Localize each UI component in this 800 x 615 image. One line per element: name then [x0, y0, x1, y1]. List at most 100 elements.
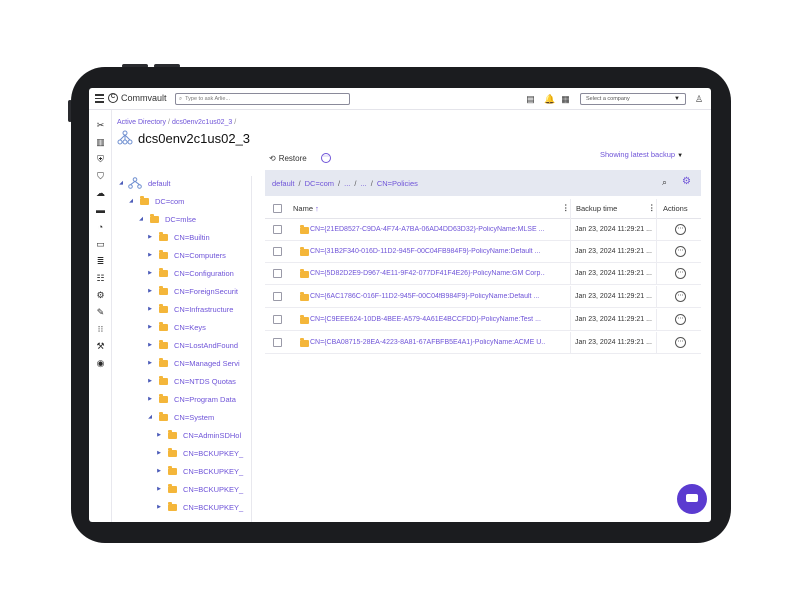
workflow-icon[interactable]: ⚒ — [95, 341, 106, 352]
row-checkbox[interactable] — [273, 269, 282, 278]
row-actions-icon[interactable]: ⋯ — [675, 337, 686, 348]
path-segment[interactable]: default — [272, 179, 295, 188]
database-icon[interactable]: ≣ — [95, 256, 106, 267]
apps-grid-icon[interactable]: ⁝⁝ — [95, 324, 106, 335]
chevron-right-icon[interactable]: ▶ — [146, 378, 154, 384]
edit-icon[interactable]: ✎ — [95, 307, 106, 318]
table-row[interactable]: CN={31B2F340-016D-11D2-945F-00C04FB984F9… — [265, 241, 701, 263]
tree-node[interactable]: ▶ CN=ForeignSecurit — [146, 284, 238, 298]
chevron-right-icon[interactable]: ▶ — [146, 396, 154, 402]
row-name[interactable]: CN={6AC1786C-016F-11D2-945F-00C04fB984F9… — [310, 293, 545, 300]
table-row[interactable]: CN={5D82D2E9-D967-4E11-9F42-077DF41F4E26… — [265, 263, 701, 285]
monitor-icon[interactable]: ▭ — [95, 239, 106, 250]
row-checkbox[interactable] — [273, 338, 282, 347]
row-checkbox[interactable] — [273, 292, 282, 301]
row-name[interactable]: CN={CBA08715-28EA-4223-8A81-67AFBFB5E4A1… — [310, 339, 545, 346]
breadcrumb-current[interactable]: dcs0env2c1us02_3 — [172, 119, 232, 126]
chevron-right-icon[interactable]: ▶ — [155, 504, 163, 510]
tree-node[interactable]: ▶ CN=BCKUPKEY_ — [155, 482, 243, 496]
tree-node[interactable]: ▶ CN=AdminSDHol — [155, 428, 241, 442]
column-menu-icon[interactable]: ⋮ — [562, 203, 570, 212]
chevron-down-icon[interactable]: ◢ — [127, 198, 135, 204]
tree-node[interactable]: ▶ CN=Builtin — [146, 230, 210, 244]
chevron-right-icon[interactable]: ▶ — [146, 324, 154, 330]
row-name[interactable]: CN={C9EEE624-10DB-4BEE-A579-4A61E4BCCFDD… — [310, 316, 545, 323]
column-menu-icon[interactable]: ⋮ — [648, 203, 656, 212]
row-actions-icon[interactable]: ⋯ — [675, 268, 686, 279]
table-row[interactable]: CN={6AC1786C-016F-11D2-945F-00C04fB984F9… — [265, 286, 701, 308]
showing-latest-backup-dropdown[interactable]: Showing latest backup ▼ — [600, 150, 683, 159]
breadcrumb-root[interactable]: Active Directory — [117, 119, 166, 126]
chevron-down-icon[interactable]: ◢ — [117, 180, 125, 186]
select-all-checkbox[interactable] — [273, 204, 282, 213]
reports-icon[interactable]: ▤ — [526, 94, 535, 104]
company-select[interactable]: Select a company ▼ — [580, 93, 686, 105]
row-name[interactable]: CN={5D82D2E9-D967-4E11-9F42-077DF41F4E26… — [310, 270, 545, 277]
chevron-right-icon[interactable]: ▶ — [146, 234, 154, 240]
chat-button[interactable] — [677, 484, 707, 514]
cloud-icon[interactable]: ☁ — [95, 188, 106, 199]
tree-node[interactable]: ▶ CN=NTDS Quotas — [146, 374, 236, 388]
chevron-right-icon[interactable]: ▶ — [146, 270, 154, 276]
ask-arlie-search[interactable]: ⌕ Type to ask Arlie... — [175, 93, 350, 105]
restore-button[interactable]: ⟲ Restore — [269, 154, 307, 163]
row-actions-icon[interactable]: ⋯ — [675, 224, 686, 235]
tree-node[interactable]: ▶ CN=BCKUPKEY_ — [155, 446, 243, 460]
tree-node[interactable]: ▶ CN=Infrastructure — [146, 302, 233, 316]
tree-node[interactable]: ◢ DC=com — [127, 194, 184, 208]
brand-logo[interactable]: C Commvault — [108, 93, 167, 103]
shield-icon[interactable]: ⛉ — [95, 171, 106, 182]
gauge-icon[interactable]: ◔ — [95, 222, 106, 233]
bell-icon[interactable]: 🔔 — [544, 94, 555, 104]
tree-node[interactable]: ▶ CN=BCKUPKEY_ — [155, 464, 243, 478]
row-checkbox[interactable] — [273, 247, 282, 256]
chevron-right-icon[interactable]: ▶ — [155, 450, 163, 456]
protect-icon[interactable]: ⛨ — [95, 154, 106, 165]
tree-node[interactable]: ▶ CN=BCKUPKEY_ — [155, 500, 243, 514]
tree-node[interactable]: ▶ CN=Configuration — [146, 266, 234, 280]
tree-node[interactable]: ▶ CN=Keys — [146, 320, 206, 334]
chevron-right-icon[interactable]: ▶ — [155, 486, 163, 492]
chevron-right-icon[interactable]: ▶ — [146, 252, 154, 258]
commvault-icon[interactable]: ◉ — [95, 358, 106, 369]
table-row[interactable]: CN={CBA08715-28EA-4223-8A81-67AFBFB5E4A1… — [265, 332, 701, 354]
chevron-right-icon[interactable]: ▶ — [155, 468, 163, 474]
tree-node[interactable]: ▶ CN=Program Data — [146, 392, 236, 406]
chevron-right-icon[interactable]: ▶ — [146, 342, 154, 348]
chevron-right-icon[interactable]: ▶ — [146, 288, 154, 294]
reports-icon[interactable]: ▥ — [95, 137, 106, 148]
gear-icon[interactable]: ⚙ — [682, 176, 691, 187]
chevron-right-icon[interactable]: ▶ — [146, 306, 154, 312]
chevron-down-icon[interactable]: ◢ — [146, 414, 154, 420]
tree-node[interactable]: ◢ DC=mlse — [137, 212, 196, 226]
row-name[interactable]: CN={21ED8527-C9DA-4F74-A7BA-06AD4DD63D32… — [310, 226, 545, 233]
user-icon[interactable]: ♙ — [695, 94, 703, 105]
gear-icon[interactable]: ⚙ — [95, 290, 106, 301]
column-header-backup-time[interactable]: Backup time — [576, 204, 617, 213]
tree-node[interactable]: ◢ CN=System — [146, 410, 214, 424]
row-actions-icon[interactable]: ⋯ — [675, 291, 686, 302]
chevron-right-icon[interactable]: ▶ — [155, 432, 163, 438]
menu-icon[interactable] — [95, 94, 104, 103]
row-checkbox[interactable] — [273, 315, 282, 324]
tree-node[interactable]: ▶ CN=Managed Servi — [146, 356, 240, 370]
more-options-icon[interactable]: ⋯ — [321, 153, 331, 163]
tree-node[interactable]: ◢ default — [117, 176, 171, 190]
row-actions-icon[interactable]: ⋯ — [675, 246, 686, 257]
search-icon[interactable]: ⌕ — [662, 177, 667, 188]
row-name[interactable]: CN={31B2F340-016D-11D2-945F-00C04FB984F9… — [310, 248, 545, 255]
dashboard-icon[interactable]: ▦ — [561, 94, 570, 104]
table-row[interactable]: CN={21ED8527-C9DA-4F74-A7BA-06AD4DD63D32… — [265, 219, 701, 241]
tree-node[interactable]: ▶ CN=LostAndFound — [146, 338, 238, 352]
briefcase-icon[interactable]: ▬ — [95, 205, 106, 216]
row-checkbox[interactable] — [273, 225, 282, 234]
row-actions-icon[interactable]: ⋯ — [675, 314, 686, 325]
tools-icon[interactable]: ✂ — [95, 120, 106, 131]
tree-node[interactable]: ▶ CN=Computers — [146, 248, 226, 262]
chevron-right-icon[interactable]: ▶ — [146, 360, 154, 366]
chevron-down-icon[interactable]: ◢ — [137, 216, 145, 222]
path-segment[interactable]: CN=Policies — [377, 179, 418, 188]
table-row[interactable]: CN={C9EEE624-10DB-4BEE-A579-4A61E4BCCFDD… — [265, 309, 701, 331]
column-header-name[interactable]: Name ↑ — [293, 204, 319, 213]
path-segment[interactable]: DC=com — [305, 179, 334, 188]
